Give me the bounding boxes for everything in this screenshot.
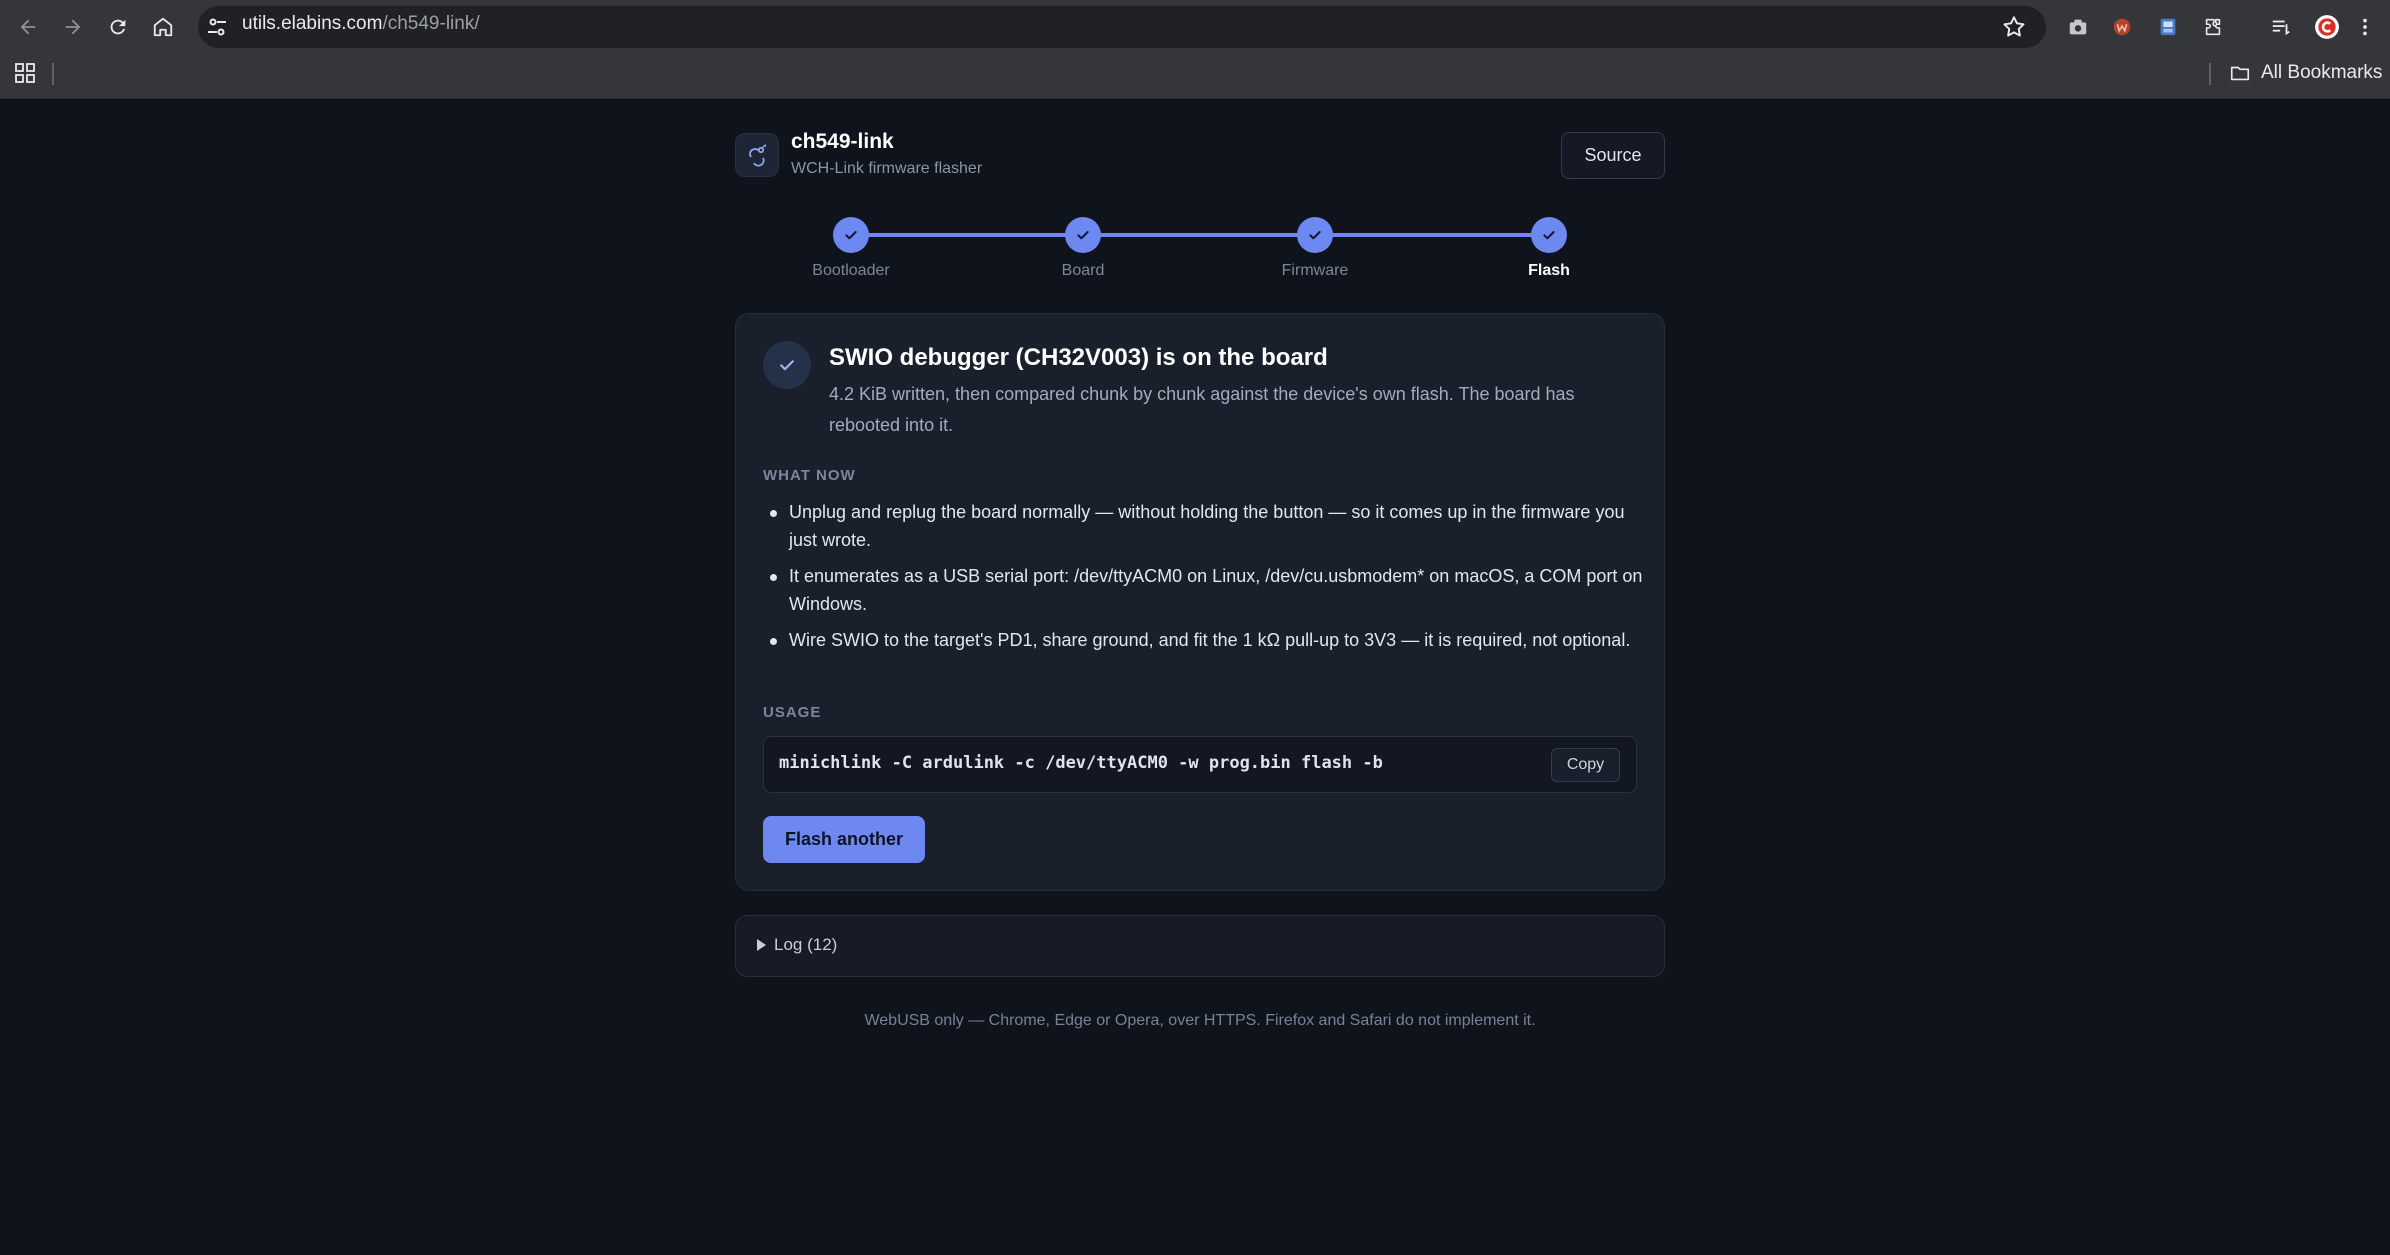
step-connector (1083, 233, 1315, 237)
url-text[interactable]: utils.elabins.com/ch549-link/ (242, 13, 480, 35)
step-board-check-icon (1065, 217, 1101, 253)
step-firmware-check-icon (1297, 217, 1333, 253)
step-connector (851, 233, 1083, 237)
browser-menu-icon[interactable] (2359, 14, 2371, 40)
source-button[interactable]: Source (1561, 132, 1665, 179)
step-label-board: Board (1061, 262, 1105, 279)
back-icon[interactable] (12, 11, 44, 43)
url-path: /ch549-link/ (382, 13, 480, 34)
bookmarks-divider (52, 63, 54, 85)
log-disclosure[interactable]: Log (12) (735, 915, 1665, 977)
usage-command[interactable]: minichlink -C ardulink -c /dev/ttyACM0 -… (779, 753, 1383, 773)
step-connector (1315, 233, 1549, 237)
log-label: Log (12) (774, 935, 838, 954)
usage-command-box: minichlink -C ardulink -c /dev/ttyACM0 -… (763, 736, 1637, 793)
list-item: Unplug and replug the board normally — w… (763, 498, 1643, 554)
next-steps-list: Unplug and replug the board normally — w… (763, 498, 1643, 662)
app-title: ch549-link (791, 130, 894, 153)
success-check-icon (763, 341, 811, 389)
camera-extension-icon[interactable] (2065, 14, 2091, 40)
apps-grid-icon[interactable] (14, 62, 36, 84)
url-host: utils.elabins.com (242, 13, 383, 34)
what-now-heading: WHAT NOW (763, 467, 856, 484)
reading-list-icon[interactable] (2268, 14, 2294, 40)
step-label-bootloader: Bootloader (812, 262, 890, 279)
bookmarks-bar (0, 54, 2390, 99)
step-label-firmware: Firmware (1281, 262, 1349, 279)
result-title: SWIO debugger (CH32V003) is on the board (829, 344, 1328, 371)
translate-extension-icon[interactable] (2155, 14, 2181, 40)
step-label-flash: Flash (1528, 262, 1570, 279)
folder-icon (2230, 66, 2250, 81)
profile-avatar-icon[interactable] (2314, 14, 2340, 40)
list-item: It enumerates as a USB serial port: /dev… (763, 562, 1643, 618)
app-logo-icon (735, 133, 779, 177)
usage-heading: USAGE (763, 704, 822, 721)
bookmarks-divider (2209, 63, 2211, 85)
footer-note: WebUSB only — Chrome, Edge or Opera, ove… (864, 1012, 1536, 1029)
disclosure-triangle-icon (757, 939, 766, 951)
app-subtitle: WCH-Link firmware flasher (791, 160, 983, 177)
home-icon[interactable] (147, 11, 179, 43)
all-bookmarks-button[interactable]: All Bookmarks (2229, 62, 2382, 84)
flash-another-button[interactable]: Flash another (763, 816, 925, 863)
all-bookmarks-label: All Bookmarks (2261, 62, 2383, 83)
list-item: Wire SWIO to the target's PD1, share gro… (763, 626, 1643, 654)
result-description: 4.2 KiB written, then compared chunk by … (829, 384, 1575, 435)
reload-icon[interactable] (102, 11, 134, 43)
office-extension-icon[interactable] (2109, 14, 2135, 40)
copy-button[interactable]: Copy (1551, 748, 1620, 782)
extensions-puzzle-icon[interactable] (2200, 14, 2226, 40)
site-info-icon[interactable] (205, 15, 229, 39)
bookmark-star-icon[interactable] (2001, 14, 2027, 40)
step-bootloader-check-icon (833, 217, 869, 253)
forward-icon[interactable] (57, 11, 89, 43)
step-flash-check-icon (1531, 217, 1567, 253)
